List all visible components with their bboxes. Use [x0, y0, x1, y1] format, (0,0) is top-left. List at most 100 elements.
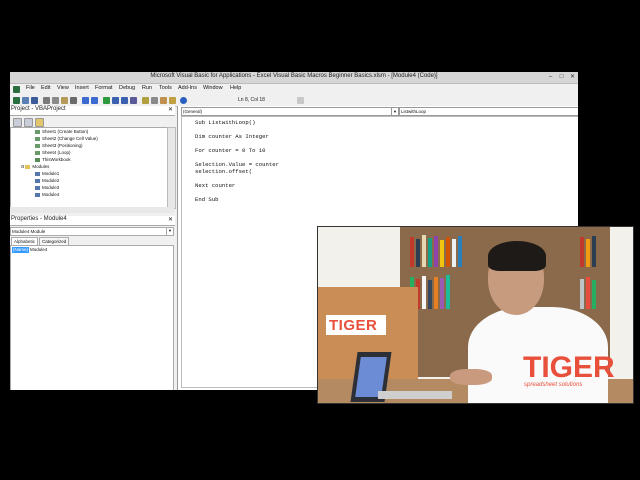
toolbox-icon[interactable] — [169, 97, 176, 104]
book — [592, 236, 596, 267]
find-icon[interactable] — [70, 97, 77, 104]
code-line[interactable]: Sub ListwithLoop() — [195, 119, 255, 126]
menu-window[interactable]: Window — [203, 85, 223, 91]
help-icon[interactable] — [180, 97, 187, 104]
properties-close-icon[interactable]: ✕ — [168, 216, 173, 223]
project-close-icon[interactable]: ✕ — [168, 106, 173, 113]
tree-item-module1[interactable]: Module1 — [35, 171, 59, 176]
tree-item-module4[interactable]: Module4 — [35, 192, 59, 197]
properties-grid: (Name) Module4 — [10, 245, 174, 390]
box-logo-text: TIGER — [329, 317, 378, 334]
toggle-folders-icon[interactable] — [35, 118, 44, 127]
project-explorer-icon[interactable] — [142, 97, 149, 104]
paste-icon[interactable] — [61, 97, 68, 104]
save-icon[interactable] — [31, 97, 38, 104]
object-browser-icon[interactable] — [160, 97, 167, 104]
menu-format[interactable]: Format — [95, 85, 112, 91]
book — [428, 280, 432, 309]
view-object-icon[interactable] — [24, 118, 33, 127]
chevron-down-icon[interactable]: ▼ — [166, 228, 173, 235]
code-line[interactable]: selection.offset( — [195, 168, 252, 175]
tree-item-label: Sheet2 (Change Cell Value) — [42, 136, 98, 141]
maximize-button[interactable]: □ — [557, 73, 566, 81]
book — [422, 276, 426, 309]
book — [586, 239, 590, 267]
excel-icon[interactable] — [13, 86, 20, 93]
sheet-icon — [35, 150, 40, 155]
code-line[interactable]: Selection.Value = counter — [195, 161, 279, 168]
tree-item-sheet2[interactable]: Sheet2 (Change Cell Value) — [35, 136, 98, 141]
menu-file[interactable]: File — [26, 85, 35, 91]
menu-help[interactable]: Help — [230, 85, 241, 91]
sheet-icon — [35, 143, 40, 148]
menu-debug[interactable]: Debug — [119, 85, 135, 91]
book — [586, 277, 590, 309]
cursor-position: Ln 8, Col 18 — [238, 97, 265, 103]
chevron-down-icon[interactable]: ▼ — [391, 108, 398, 115]
copy-icon[interactable] — [52, 97, 59, 104]
properties-window-icon[interactable] — [151, 97, 158, 104]
book — [592, 280, 596, 309]
procedure-dropdown[interactable]: ListwithLoop — [399, 107, 578, 116]
book — [580, 237, 584, 267]
redo-icon[interactable] — [91, 97, 98, 104]
title-bar: Microsoft Visual Basic for Applications … — [10, 72, 578, 84]
run-icon[interactable] — [103, 97, 110, 104]
menu-add-ins[interactable]: Add-Ins — [178, 85, 197, 91]
close-button[interactable]: ✕ — [568, 73, 577, 81]
menu-insert[interactable]: Insert — [75, 85, 89, 91]
tree-item-sheet1[interactable]: Sheet1 (Create Button) — [35, 129, 88, 134]
book — [440, 278, 444, 309]
code-line[interactable]: Dim counter As Integer — [195, 133, 269, 140]
cut-icon[interactable] — [43, 97, 50, 104]
watermark-subtitle: spreadsheet solutions — [524, 382, 583, 388]
tree-item-sheet4[interactable]: Sheet4 (Loop) — [35, 150, 71, 155]
toolbar-overflow-icon[interactable] — [297, 97, 304, 104]
break-icon[interactable] — [112, 97, 119, 104]
view-code-icon[interactable] — [13, 118, 22, 127]
code-line[interactable]: End Sub — [195, 196, 219, 203]
module-icon — [35, 178, 40, 183]
laptop-keyboard — [378, 391, 452, 399]
insert-module-icon[interactable] — [22, 97, 29, 104]
object-dropdown[interactable]: (General) ▼ — [181, 107, 399, 116]
tree-item-label: Modules — [32, 164, 50, 169]
menu-run[interactable]: Run — [142, 85, 152, 91]
book — [416, 239, 420, 267]
tree-item-module3[interactable]: Module3 — [35, 185, 59, 190]
sheet-icon — [35, 136, 40, 141]
property-name-value[interactable]: Module4 — [30, 247, 47, 253]
menu-edit[interactable]: Edit — [41, 85, 50, 91]
properties-object-value: Module4 Module — [12, 229, 46, 234]
tree-item-thisworkbook[interactable]: ThisWorkbook — [35, 157, 71, 162]
menu-view[interactable]: View — [57, 85, 69, 91]
module-icon — [35, 185, 40, 190]
menu-tools[interactable]: Tools — [159, 85, 172, 91]
book — [452, 239, 456, 267]
project-vertical-scrollbar[interactable] — [167, 127, 176, 209]
tiger-watermark-logo: TIGER spreadsheet solutions — [523, 351, 615, 388]
design-mode-icon[interactable] — [130, 97, 137, 104]
undo-icon[interactable] — [82, 97, 89, 104]
tree-item-modules-folder[interactable]: ⊟ Modules — [21, 164, 49, 169]
minimize-button[interactable]: – — [546, 73, 555, 81]
procedure-dropdown-value: ListwithLoop — [401, 109, 427, 114]
properties-title: Properties - Module4 ✕ — [10, 216, 175, 226]
tree-item-module2[interactable]: Module2 — [35, 178, 59, 183]
tree-item-sheet3[interactable]: Sheet3 (Positioning) — [35, 143, 83, 148]
project-explorer-title-text: Project - VBAProject — [11, 106, 66, 112]
tree-item-label: Module2 — [42, 178, 60, 183]
book — [446, 275, 450, 309]
project-tree: Sheet1 (Create Button) Sheet2 (Change Ce… — [10, 127, 169, 209]
code-line[interactable]: For counter = 0 To 10 — [195, 147, 266, 154]
code-line[interactable]: Next counter — [195, 182, 235, 189]
reset-icon[interactable] — [121, 97, 128, 104]
tree-item-label: Module3 — [42, 185, 60, 190]
collapse-icon[interactable]: ⊟ — [21, 164, 24, 169]
property-name-key[interactable]: (Name) — [12, 247, 29, 253]
project-horizontal-scrollbar[interactable] — [10, 207, 174, 213]
properties-object-dropdown[interactable]: Module4 Module ▼ — [10, 227, 174, 236]
tree-item-label: ThisWorkbook — [42, 157, 71, 162]
view-excel-icon[interactable] — [13, 97, 20, 104]
book — [428, 238, 432, 267]
